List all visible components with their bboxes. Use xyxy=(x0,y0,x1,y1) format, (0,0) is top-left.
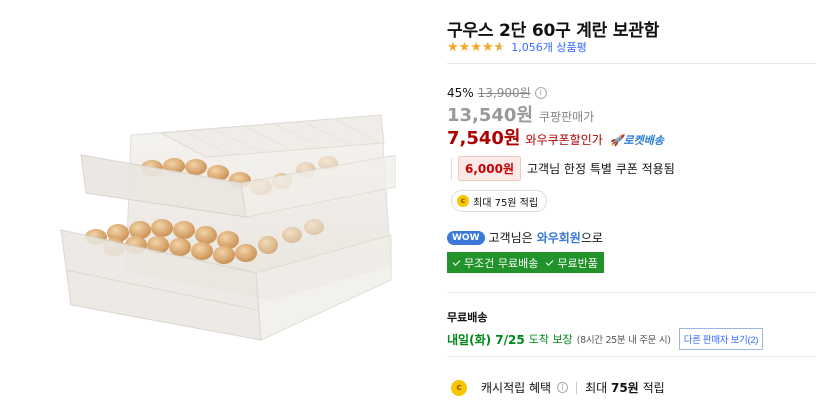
delivery-row: 내일(화) 7/25 도착 보장 (8시간 25분 내 주문 시) 다른 판매자… xyxy=(447,328,764,350)
wow-price-row: 7,540원 와우쿠폰할인가 🚀로켓배송 xyxy=(447,124,664,150)
star-half-icon: ★ xyxy=(494,41,506,54)
shipping-title: 무료배송 xyxy=(447,311,488,324)
cash-reward-chip: c 최대 75원 적립 xyxy=(451,190,548,212)
coin-icon: c xyxy=(457,195,469,207)
original-price: 13,900원 xyxy=(477,86,531,100)
sale-price-label: 쿠팡판매가 xyxy=(539,110,595,124)
separator xyxy=(576,381,578,394)
check-icon xyxy=(545,257,554,266)
cash-benefit-amount: 최대 75원 적립 xyxy=(585,381,665,395)
rocket-delivery-badge: 🚀로켓배송 xyxy=(609,134,664,147)
rocket-icon: 🚀 xyxy=(609,134,624,147)
discount-rate: 45% xyxy=(447,85,474,100)
rating-row: ★ ★ ★ ★ ★ 1,056개 상품평 xyxy=(447,39,587,55)
wow-price: 7,540원 xyxy=(447,128,521,149)
info-icon[interactable]: i xyxy=(557,382,569,393)
star-icon: ★ xyxy=(447,39,459,55)
discount-row: 45% 13,900원 i xyxy=(447,84,547,101)
coupon-indent-bar xyxy=(451,157,452,180)
wow-member-prefix: 고객님은 xyxy=(488,231,533,245)
cash-reward-text: 최대 75원 적립 xyxy=(473,197,539,209)
wow-member-strong: 와우회원 xyxy=(536,231,581,245)
divider xyxy=(447,356,816,357)
free-shipping-banner: 무조건 무료배송 무료반품 xyxy=(447,252,604,273)
wow-member-row: WOW 고객님은 와우회원 으로 xyxy=(447,229,603,246)
cash-benefit-row: c 캐시적립 혜택 i 최대 75원 적립 xyxy=(451,379,665,396)
coupon-row: 6,000원 고객님 한정 특별 쿠폰 적용됨 xyxy=(451,156,675,181)
coupon-text: 고객님 한정 특별 쿠폰 적용됨 xyxy=(527,162,675,176)
product-image xyxy=(60,114,396,341)
cash-benefit-label: 캐시적립 혜택 xyxy=(481,381,552,395)
star-icon: ★ xyxy=(470,39,482,55)
free-return-item: 무료반품 xyxy=(545,255,598,271)
review-count-link[interactable]: 1,056개 상품평 xyxy=(511,39,586,55)
product-title: 구우스 2단 60구 계란 보관함 xyxy=(447,21,660,41)
other-sellers-button[interactable]: 다른 판매자 보기(2) xyxy=(678,328,764,350)
coupon-amount: 6,000원 xyxy=(458,156,521,181)
wow-member-suffix: 으로 xyxy=(580,231,603,245)
delivery-date: 내일(화) 7/25 xyxy=(447,332,525,347)
wow-badge: WOW xyxy=(447,230,485,245)
star-rating[interactable]: ★ ★ ★ ★ ★ xyxy=(447,41,505,54)
check-icon xyxy=(452,257,461,266)
delivery-note: (8시간 25분 내 주문 시) xyxy=(576,335,671,346)
coin-icon: c xyxy=(451,379,467,396)
star-icon: ★ xyxy=(481,39,494,55)
star-icon: ★ xyxy=(458,39,471,55)
divider xyxy=(447,292,816,293)
delivery-guarantee: 도착 보장 xyxy=(528,333,573,346)
free-shipping-item: 무조건 무료배송 xyxy=(452,255,538,271)
divider xyxy=(447,63,816,64)
info-icon[interactable]: i xyxy=(534,86,547,99)
wow-price-label: 와우쿠폰할인가 xyxy=(525,133,603,147)
